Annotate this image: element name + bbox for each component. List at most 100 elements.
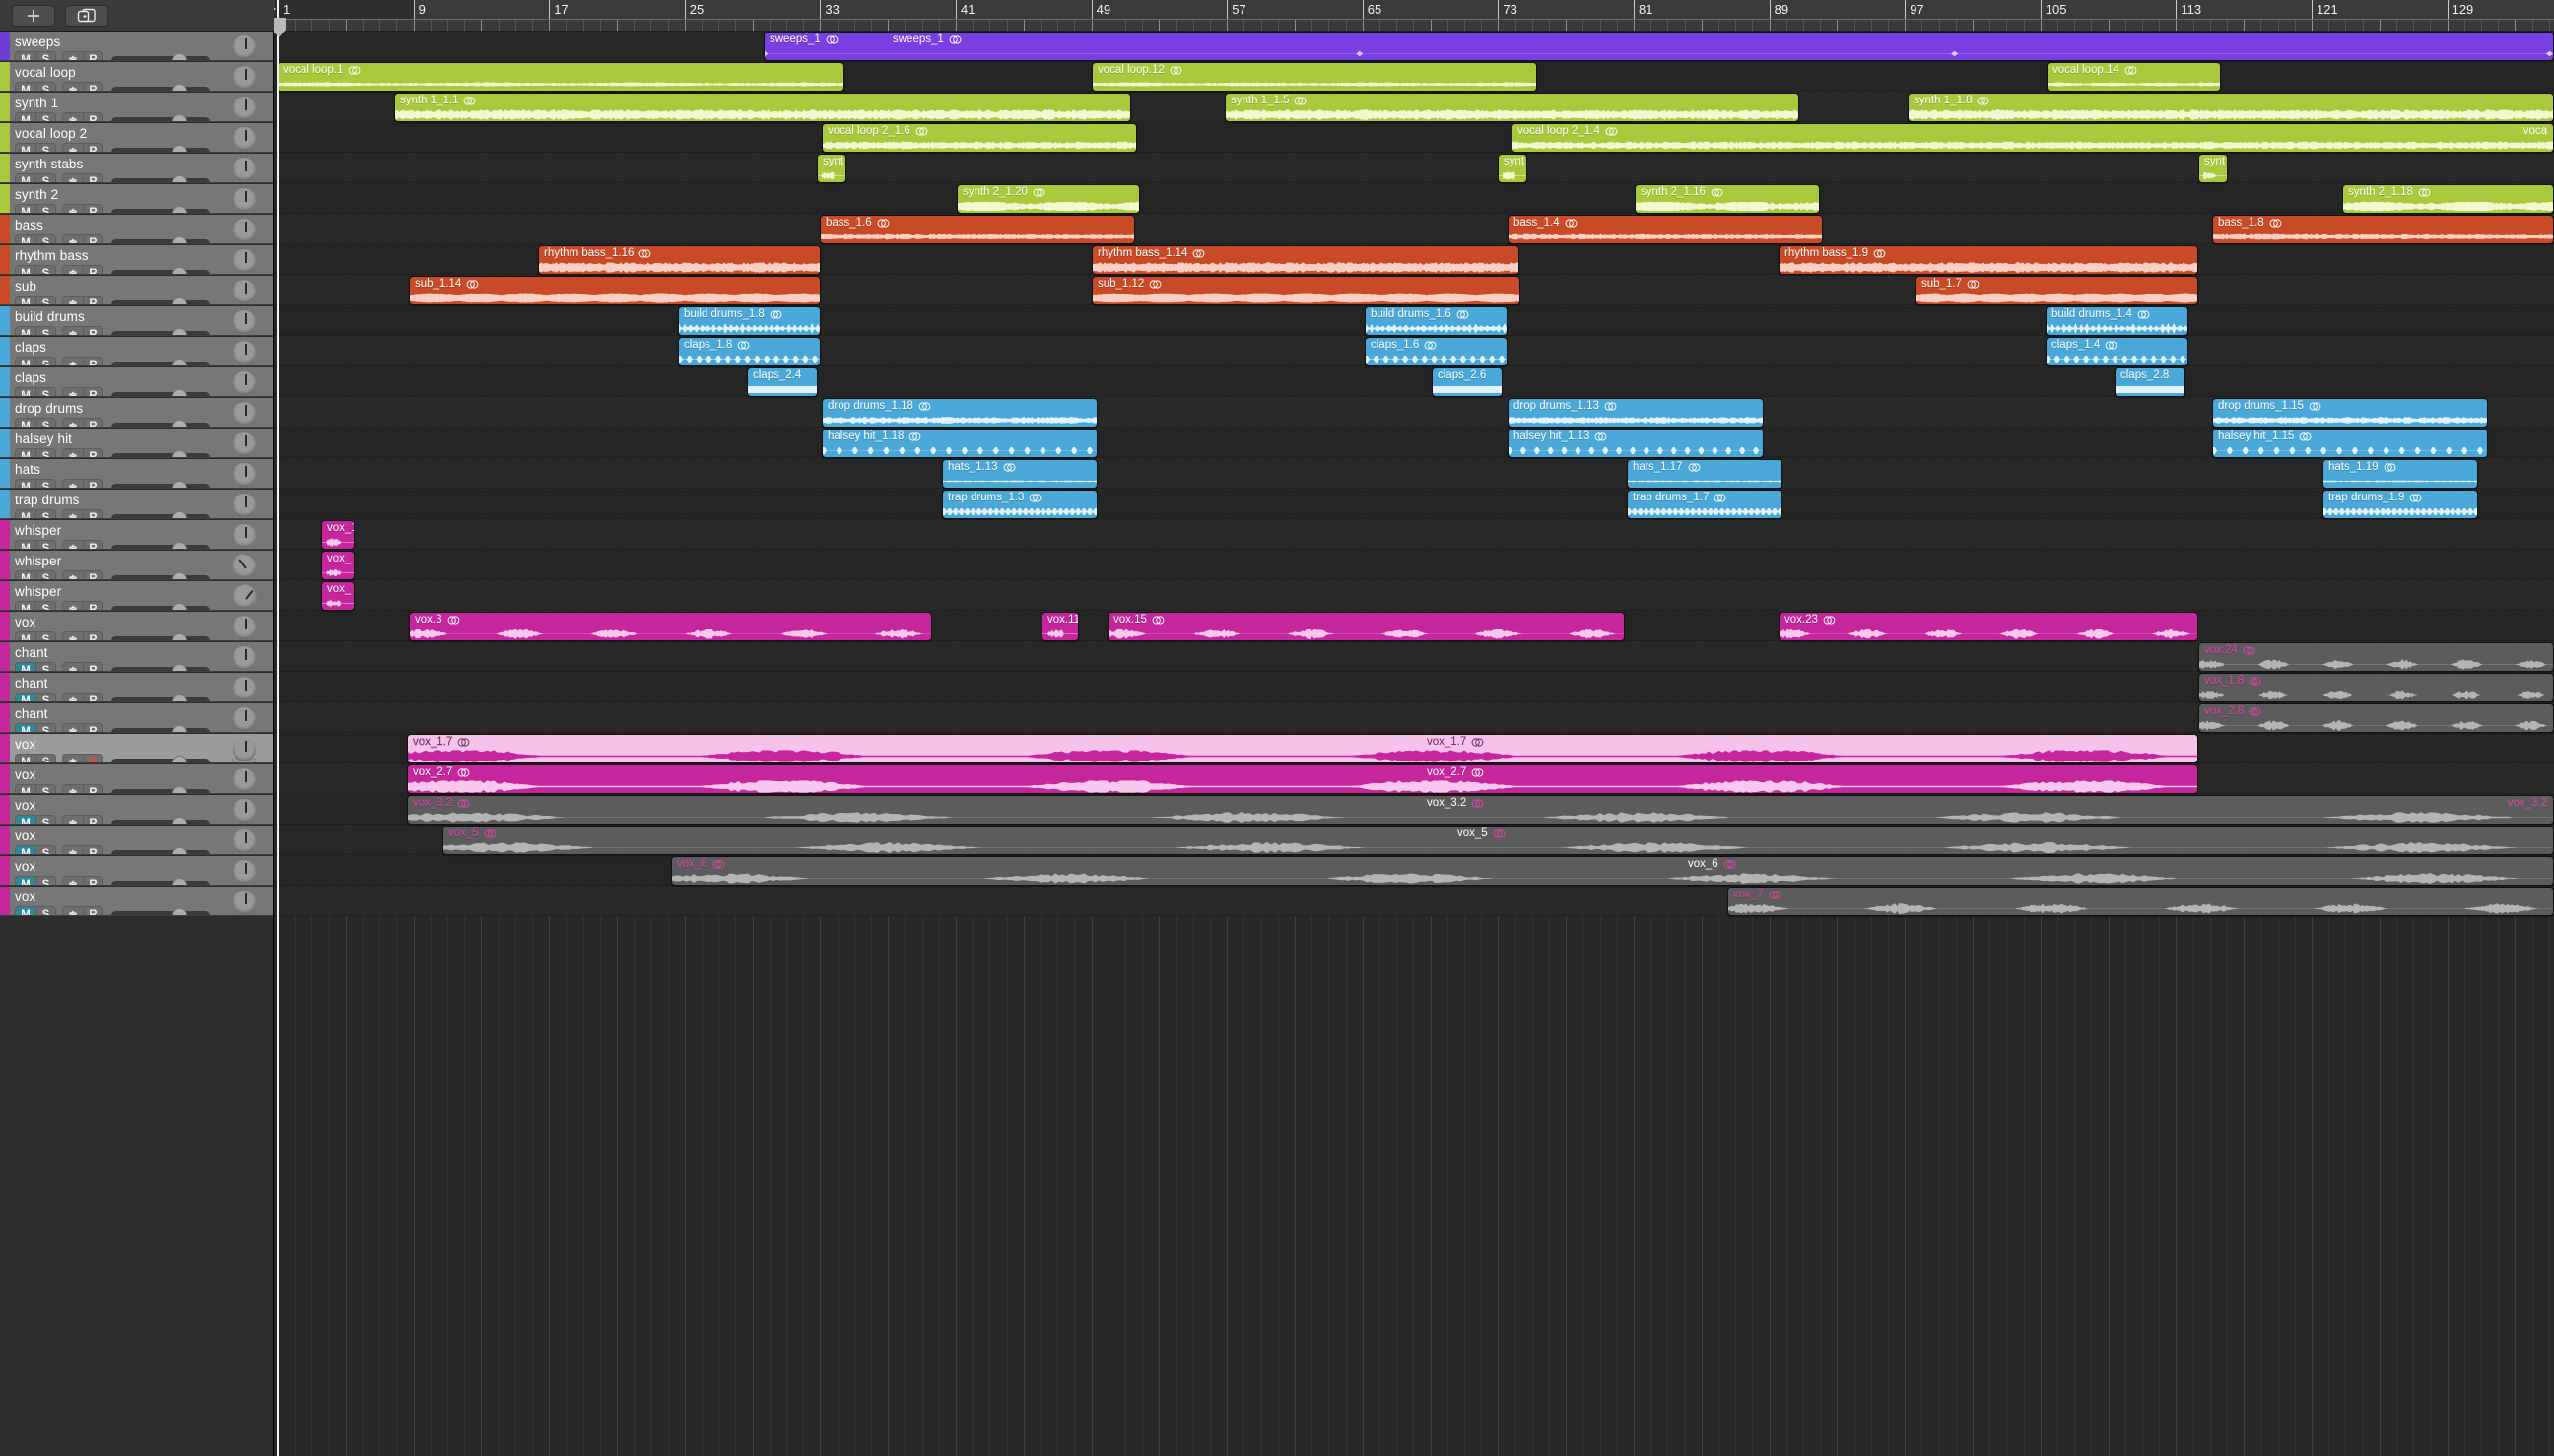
solo-button[interactable]: S	[35, 297, 55, 304]
volume-fader[interactable]	[111, 113, 210, 121]
audio-clip[interactable]: vox_3.2 vox_3.2 vox_3.2	[407, 795, 2554, 825]
record-arm-button[interactable]: R	[83, 785, 102, 793]
pan-knob[interactable]: LR	[231, 766, 258, 793]
track-color-strip[interactable]	[0, 581, 10, 610]
record-arm-button[interactable]: R	[83, 694, 102, 701]
mute-button[interactable]: M	[16, 52, 35, 60]
pan-knob[interactable]: LR	[231, 33, 258, 60]
track-color-strip[interactable]	[0, 673, 10, 701]
audio-clip[interactable]: vox_7	[1727, 887, 2554, 916]
track-color-strip[interactable]	[0, 398, 10, 427]
audio-clip[interactable]: build drums_1.4	[2046, 306, 2188, 336]
pan-knob[interactable]: LR	[231, 186, 258, 213]
audio-clip[interactable]: vox_1.8	[2198, 673, 2554, 702]
record-arm-button[interactable]: R	[83, 877, 102, 885]
audio-clip[interactable]: build drums_1.6	[1365, 306, 1508, 336]
freeze-icon[interactable]: ❄	[63, 907, 83, 915]
pan-knob[interactable]: LR	[231, 675, 258, 701]
track-name-label[interactable]: vox	[15, 828, 35, 843]
track-header[interactable]: bass M S ❄ R L R	[0, 215, 273, 244]
track-header[interactable]: whisper M S ❄ R L R	[0, 551, 273, 580]
solo-button[interactable]: S	[35, 877, 55, 885]
audio-clip[interactable]: claps_2.4	[747, 367, 818, 397]
volume-fader[interactable]	[111, 541, 210, 549]
audio-clip[interactable]: bass_1.8	[2212, 215, 2554, 244]
record-arm-button[interactable]: R	[83, 907, 102, 915]
volume-fader-handle[interactable]	[172, 419, 187, 427]
solo-button[interactable]: S	[35, 510, 55, 518]
freeze-icon[interactable]: ❄	[63, 602, 83, 610]
track-color-strip[interactable]	[0, 154, 10, 182]
record-arm-button[interactable]: R	[83, 52, 102, 60]
freeze-icon[interactable]: ❄	[63, 755, 83, 762]
volume-fader[interactable]	[111, 907, 210, 915]
volume-fader-handle[interactable]	[172, 602, 187, 610]
volume-fader[interactable]	[111, 297, 210, 304]
track-name-label[interactable]: halsey hit	[15, 431, 72, 446]
freeze-icon[interactable]: ❄	[63, 113, 83, 121]
pan-knob[interactable]: LR	[231, 369, 258, 396]
mute-button[interactable]: M	[16, 510, 35, 518]
freeze-icon[interactable]: ❄	[63, 205, 83, 213]
track-name-label[interactable]: vocal loop	[15, 65, 76, 80]
track-header[interactable]: vox M S ❄ R L R	[0, 826, 273, 855]
track-lane[interactable]	[274, 459, 2554, 489]
track-color-strip[interactable]	[0, 612, 10, 640]
track-lane[interactable]	[274, 520, 2554, 550]
track-color-strip[interactable]	[0, 734, 10, 762]
track-header[interactable]: claps M S ❄ R L R	[0, 337, 273, 366]
track-name-label[interactable]: claps	[15, 340, 46, 355]
solo-button[interactable]: S	[35, 113, 55, 121]
audio-clip[interactable]: vox_1.7 vox_1.7	[407, 734, 2198, 763]
pan-knob[interactable]: LR	[231, 736, 258, 762]
volume-fader-handle[interactable]	[172, 755, 187, 762]
track-lane[interactable]	[274, 581, 2554, 611]
pan-knob[interactable]: LR	[231, 400, 258, 427]
record-arm-button[interactable]: R	[83, 358, 102, 365]
pan-knob[interactable]: LR	[231, 522, 258, 549]
solo-button[interactable]: S	[35, 541, 55, 549]
volume-fader-handle[interactable]	[172, 816, 187, 824]
freeze-icon[interactable]: ❄	[63, 52, 83, 60]
track-header[interactable]: chant M S ❄ R L R	[0, 703, 273, 733]
track-header[interactable]: vox M S ❄ R L R	[0, 887, 273, 916]
mute-button[interactable]: M	[16, 205, 35, 213]
audio-clip[interactable]: vox_1	[321, 520, 355, 550]
freeze-icon[interactable]: ❄	[63, 571, 83, 579]
volume-fader-handle[interactable]	[172, 297, 187, 304]
track-name-label[interactable]: bass	[15, 218, 43, 232]
freeze-icon[interactable]: ❄	[63, 632, 83, 640]
volume-fader[interactable]	[111, 205, 210, 213]
audio-clip[interactable]: synth 2_1.18	[2342, 184, 2554, 214]
audio-clip[interactable]: vox.3	[409, 612, 932, 641]
volume-fader[interactable]	[111, 755, 210, 762]
record-arm-button[interactable]: R	[83, 83, 102, 91]
pan-knob[interactable]: LR	[231, 64, 258, 91]
track-header[interactable]: whisper M S ❄ R L R	[0, 581, 273, 611]
track-lane[interactable]	[274, 551, 2554, 580]
record-arm-button[interactable]: R	[83, 816, 102, 824]
audio-clip[interactable]: vox.11	[1042, 612, 1079, 641]
record-arm-button[interactable]: R	[83, 632, 102, 640]
audio-clip[interactable]: drop drums_1.18	[822, 398, 1098, 428]
solo-button[interactable]: S	[35, 663, 55, 671]
audio-clip[interactable]: claps_2.6	[1432, 367, 1503, 397]
volume-fader[interactable]	[111, 877, 210, 885]
freeze-icon[interactable]: ❄	[63, 449, 83, 457]
solo-button[interactable]: S	[35, 571, 55, 579]
audio-clip[interactable]: vox_	[321, 551, 355, 580]
volume-fader-handle[interactable]	[172, 174, 187, 182]
track-color-strip[interactable]	[0, 459, 10, 488]
audio-clip[interactable]: vox.23	[1779, 612, 2198, 641]
freeze-icon[interactable]: ❄	[63, 816, 83, 824]
pan-knob[interactable]: LR	[231, 858, 258, 885]
mute-button[interactable]: M	[16, 602, 35, 610]
freeze-icon[interactable]: ❄	[63, 83, 83, 91]
volume-fader[interactable]	[111, 571, 210, 579]
mute-button[interactable]: M	[16, 358, 35, 365]
timeline-ruler-subdivisions[interactable]	[274, 20, 2554, 32]
mute-button[interactable]: M	[16, 144, 35, 152]
add-track-button[interactable]	[12, 4, 55, 27]
track-color-strip[interactable]	[0, 764, 10, 793]
mute-button[interactable]: M	[16, 663, 35, 671]
